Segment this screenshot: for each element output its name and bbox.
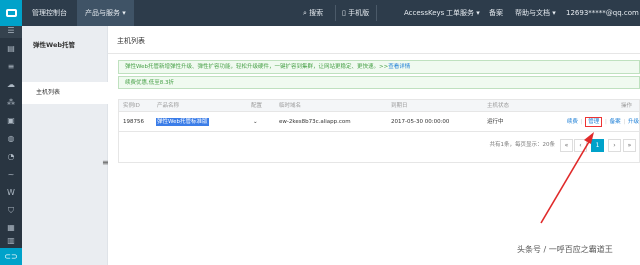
- page-1-button[interactable]: 1: [591, 139, 604, 152]
- host-status: 运行中: [487, 119, 504, 125]
- upgrade-notice-text: 弹性Web托管新增弹性升级、弹性扩容功能，轻松升级硬件，一键扩容到集群，让网站更…: [125, 64, 389, 70]
- config-dropdown-icon[interactable]: ⌄: [253, 112, 258, 132]
- server-icon[interactable]: ▤: [4, 44, 18, 54]
- col-config: 配置: [251, 103, 263, 109]
- mobile-link[interactable]: ▯ 手机版: [342, 0, 369, 26]
- upgrade-link[interactable]: 升级: [628, 119, 639, 125]
- pagination: 共有1条，每页显示：20条 « ‹ 1 › »: [119, 132, 639, 162]
- account-menu[interactable]: 12693*****@qq.com ▾: [566, 0, 640, 26]
- mobile-label: 手机版: [348, 9, 370, 17]
- instance-id: 198756: [123, 119, 144, 125]
- aliyun-logo-icon[interactable]: [0, 0, 22, 26]
- divider: [108, 53, 640, 54]
- divider: |: [623, 119, 626, 125]
- top-navbar: 管理控制台 产品与服务 ▾ ⌕ 搜索 ▯ 手机版 AccessKeys 工单服务…: [0, 0, 640, 26]
- col-operations: 操作: [621, 103, 633, 109]
- products-menu[interactable]: 产品与服务 ▾: [77, 0, 134, 26]
- table-row: 198756 弹性Web托管标准版 ⌄ ew-2kes8b73c.aliapp.…: [119, 112, 639, 132]
- pagination-summary: 共有1条，每页显示：20条: [489, 142, 556, 148]
- prev-page-button[interactable]: ‹: [574, 139, 587, 152]
- table-header: 实例ID 产品名称 配置 临时域名 到期日 主机状态 操作: [119, 100, 639, 112]
- beian-link[interactable]: 备案: [489, 0, 503, 26]
- main-content: 主机列表 弹性Web托管新增弹性升级、弹性扩容功能，轻松升级硬件，一键扩容到集群…: [108, 26, 640, 265]
- watermark: 头条号 / 一呼百应之霸道王: [517, 245, 613, 254]
- search-icon: ⌕: [303, 9, 307, 17]
- chart-icon[interactable]: ◔: [4, 152, 18, 162]
- search-link[interactable]: ⌕ 搜索: [303, 0, 323, 26]
- manage-link[interactable]: 管理: [585, 117, 603, 127]
- building-icon[interactable]: ▥: [4, 236, 18, 246]
- host-table: 实例ID 产品名称 配置 临时域名 到期日 主机状态 操作 198756 弹性W…: [118, 99, 640, 163]
- cloud-icon[interactable]: ☁: [4, 80, 18, 90]
- network-icon[interactable]: ⁂: [4, 98, 18, 108]
- logo-icon[interactable]: ⊂⊃: [0, 248, 22, 265]
- console-link[interactable]: 管理控制台: [32, 0, 67, 26]
- renewal-notice: 续费优惠,低至8.3折: [118, 76, 640, 89]
- col-instance-id: 实例ID: [123, 103, 140, 109]
- col-product-name: 产品名称: [157, 103, 180, 109]
- next-page-button[interactable]: ›: [608, 139, 621, 152]
- beian-op-link[interactable]: 备案: [610, 119, 621, 125]
- divider: |: [580, 119, 583, 125]
- box-icon[interactable]: ▦: [4, 223, 18, 233]
- view-details-link[interactable]: 查看详情: [388, 64, 410, 70]
- upgrade-notice: 弹性Web托管新增弹性升级、弹性扩容功能，轻松升级硬件，一键扩容到集群，让网站更…: [118, 60, 640, 74]
- col-temp-domain: 临时域名: [279, 103, 302, 109]
- col-host-status: 主机状态: [487, 103, 510, 109]
- product-name: 弹性Web托管标准版: [156, 118, 209, 126]
- secondary-sidebar: 弹性Web托管 主机列表: [22, 26, 108, 265]
- col-expire-date: 到期日: [391, 103, 408, 109]
- accesskeys-link[interactable]: AccessKeys: [404, 0, 444, 26]
- monitor-icon[interactable]: W: [4, 188, 18, 198]
- menu-icon[interactable]: ☰: [0, 26, 22, 38]
- icon-sidebar: ☰ ▤ ≡ ☁ ⁂ ▣ ◍ ◔ ~ W ⛉ ▦ ▥ ⊂⊃: [0, 26, 22, 265]
- search-label: 搜索: [309, 9, 324, 17]
- shield-icon[interactable]: ⛉: [4, 206, 18, 216]
- list-icon[interactable]: ≡: [4, 62, 18, 72]
- first-page-button[interactable]: «: [560, 139, 573, 152]
- renew-link[interactable]: 续费: [567, 119, 578, 125]
- globe-icon[interactable]: ◍: [4, 134, 18, 144]
- divider: |: [605, 119, 607, 125]
- expire-date: 2017-05-30 00:00:00: [391, 119, 450, 125]
- temp-domain: ew-2kes8b73c.aliapp.com: [279, 119, 351, 125]
- sidebar-item-host-list[interactable]: 主机列表: [22, 82, 108, 104]
- last-page-button[interactable]: »: [623, 139, 636, 152]
- orders-menu[interactable]: 工单服务 ▾: [446, 0, 480, 26]
- wave-icon[interactable]: ~: [4, 170, 18, 180]
- help-menu[interactable]: 帮助与文档 ▾: [515, 0, 556, 26]
- divider: [335, 5, 336, 21]
- sidebar-title: 弹性Web托管: [33, 41, 75, 49]
- database-icon[interactable]: ▣: [4, 116, 18, 126]
- phone-icon: ▯: [342, 9, 346, 17]
- divider: [376, 5, 377, 21]
- page-title: 主机列表: [117, 37, 145, 45]
- row-operations: 续费 | 管理 | 备案 | 升级: [567, 112, 639, 132]
